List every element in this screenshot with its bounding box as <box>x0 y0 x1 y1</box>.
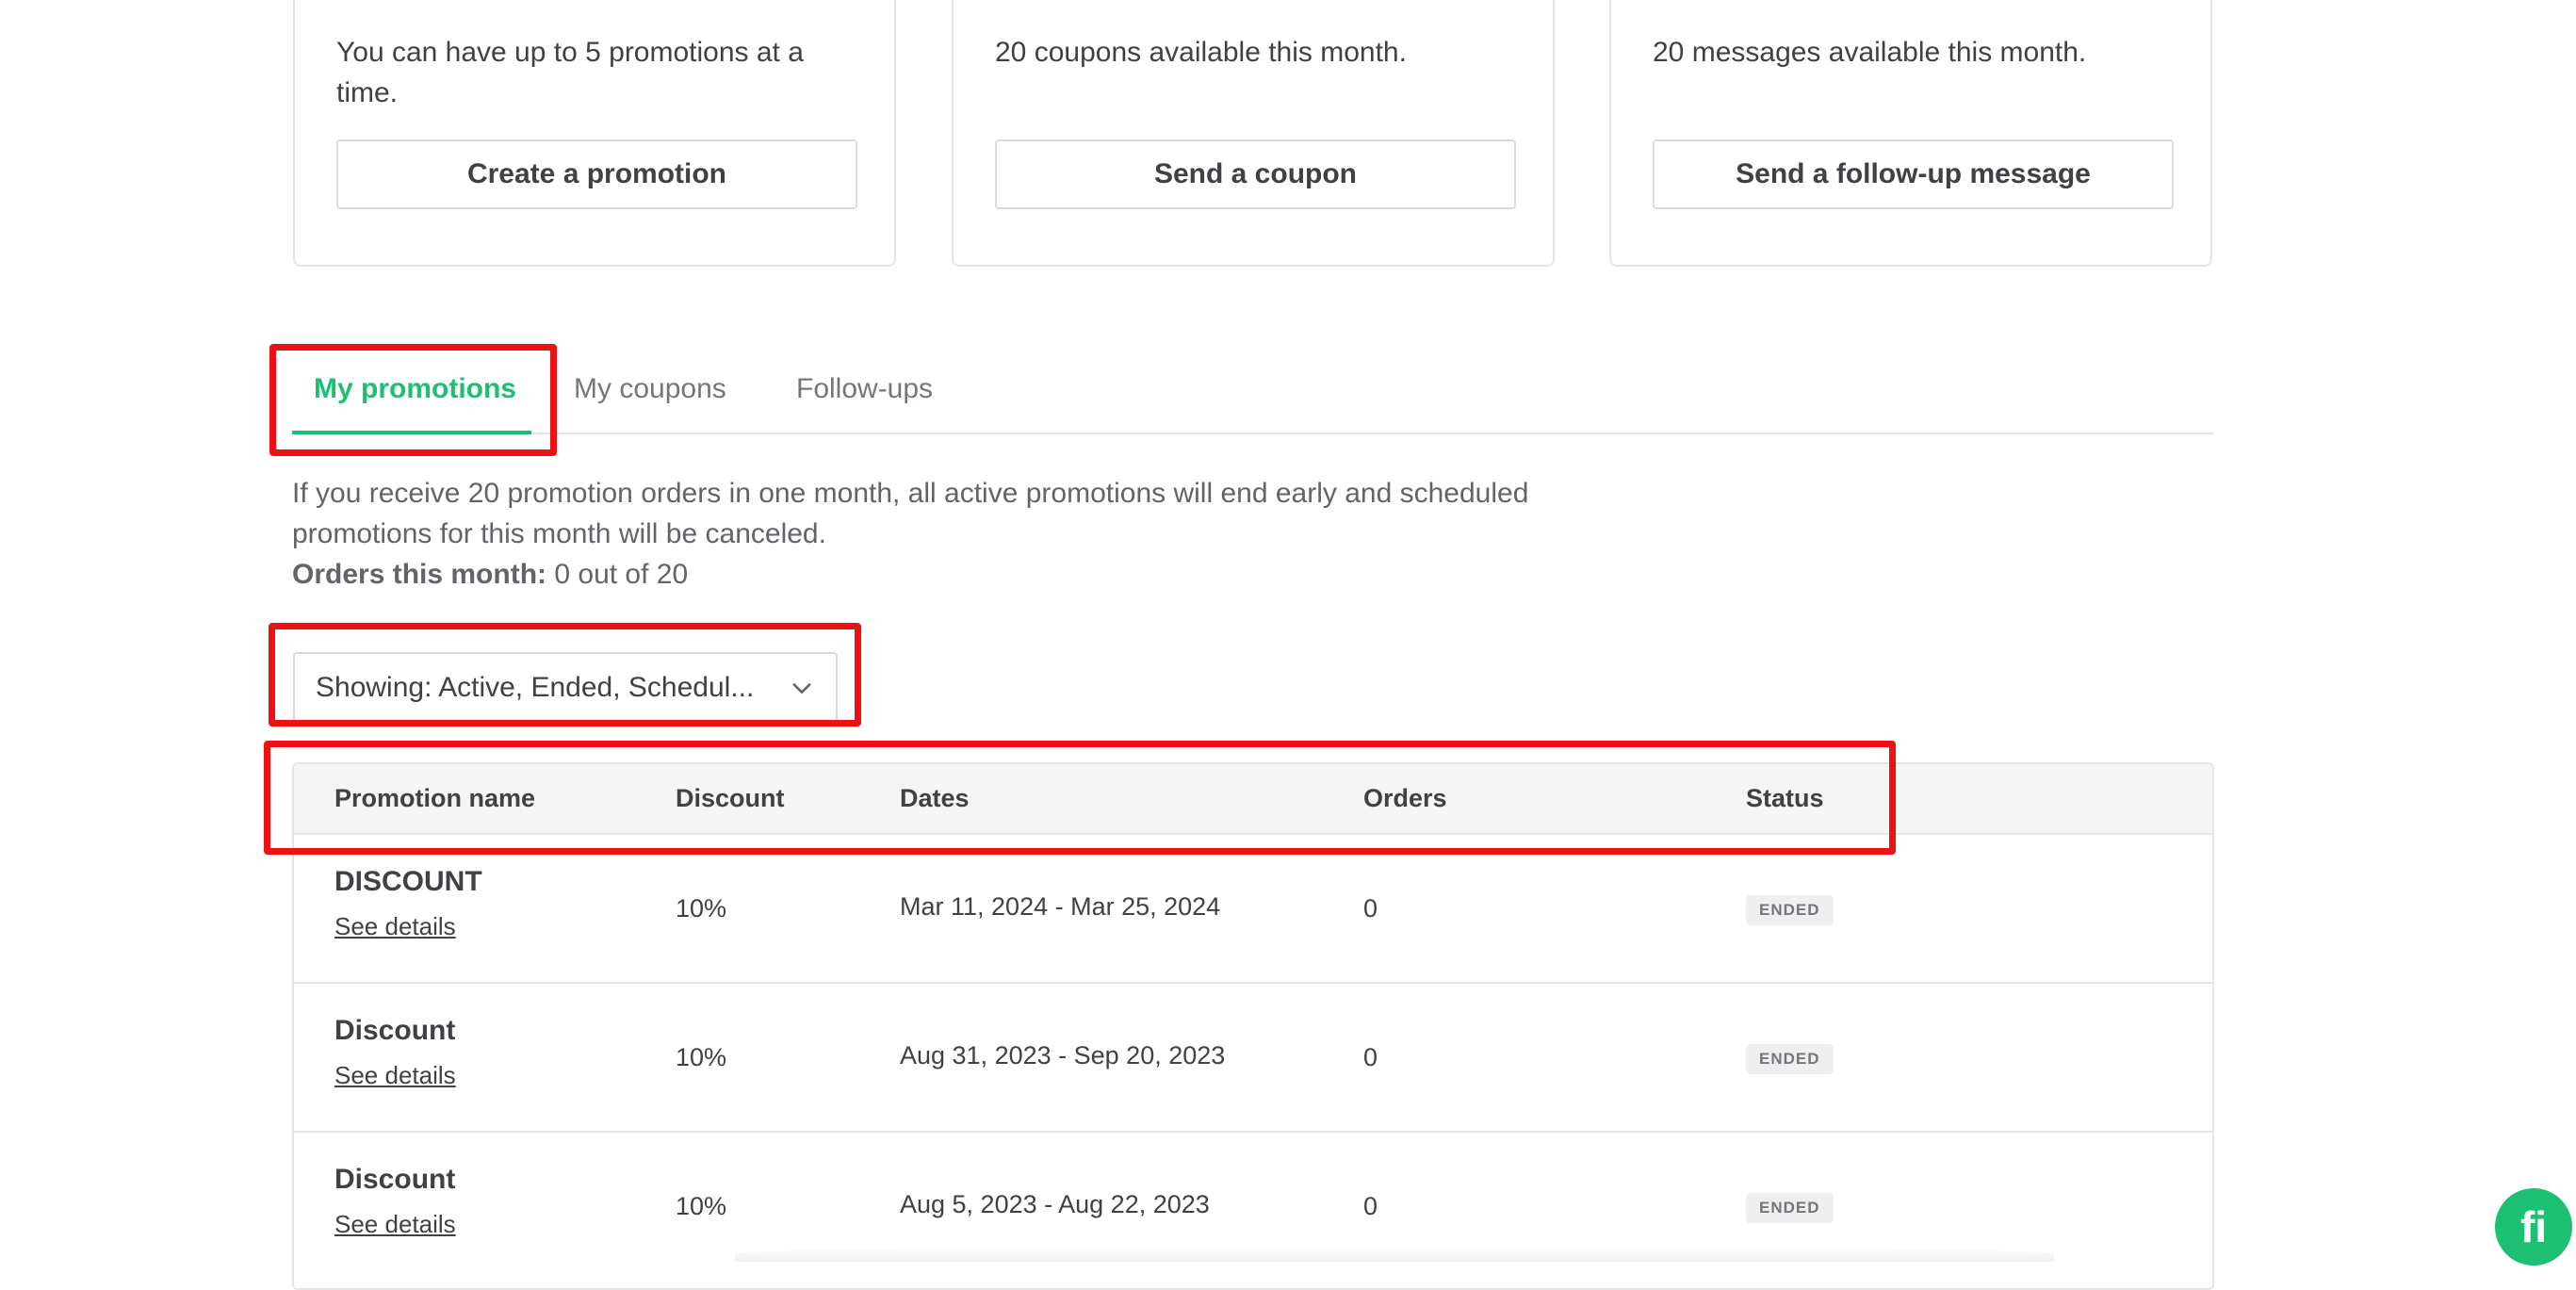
promotion-discount: 10% <box>676 1043 727 1071</box>
orders-this-month: Orders this month: 0 out of 20 <box>292 554 1536 595</box>
promotion-card: You can have up to 5 promotions at a tim… <box>293 0 896 267</box>
orders-label: Orders this month: <box>292 559 547 590</box>
promotion-orders: 0 <box>1363 1043 1378 1071</box>
promotion-name: DISCOUNT <box>334 866 482 897</box>
table-row: DISCOUNT See details 10% Mar 11, 2024 - … <box>294 835 2212 984</box>
create-promotion-button[interactable]: Create a promotion <box>336 139 857 209</box>
status-badge: ENDED <box>1746 895 1834 925</box>
bottom-shadow <box>735 1246 2054 1262</box>
follow-up-card-description: 20 messages available this month. <box>1653 37 2087 68</box>
chat-launcher-button[interactable]: fi <box>2495 1188 2572 1266</box>
promotion-orders: 0 <box>1363 1192 1378 1220</box>
promotion-dates: Aug 31, 2023 - Sep 20, 2023 <box>900 1041 1226 1070</box>
status-badge: ENDED <box>1746 1044 1834 1074</box>
promotion-card-description: You can have up to 5 promotions at a tim… <box>336 37 804 108</box>
promotion-orders: 0 <box>1363 894 1378 923</box>
table-row: Discount See details 10% Aug 31, 2023 - … <box>294 984 2212 1133</box>
promotion-discount: 10% <box>676 1192 727 1220</box>
see-details-link[interactable]: See details <box>334 1061 456 1090</box>
promotion-dates: Mar 11, 2024 - Mar 25, 2024 <box>900 892 1221 921</box>
tab-follow-ups[interactable]: Follow-ups <box>796 344 933 434</box>
tab-bar: My promotions My coupons Follow-ups <box>292 344 2214 434</box>
see-details-link[interactable]: See details <box>334 1210 456 1239</box>
promotion-name: Discount <box>334 1015 456 1046</box>
tab-my-coupons[interactable]: My coupons <box>574 344 726 434</box>
promotion-limit-info: If you receive 20 promotion orders in on… <box>292 473 1536 595</box>
promotion-discount: 10% <box>676 894 727 923</box>
orders-value: 0 out of 20 <box>554 559 689 590</box>
coupon-card-description: 20 coupons available this month. <box>995 37 1407 68</box>
highlight-box-tab <box>269 344 557 456</box>
see-details-link[interactable]: See details <box>334 912 456 941</box>
brand-logo-icon: fi <box>2519 1202 2548 1251</box>
promotion-limit-text: If you receive 20 promotion orders in on… <box>292 478 1529 549</box>
send-coupon-button[interactable]: Send a coupon <box>995 139 1516 209</box>
highlight-box-table-header <box>264 741 1896 855</box>
promotion-dates: Aug 5, 2023 - Aug 22, 2023 <box>900 1190 1210 1218</box>
send-follow-up-button[interactable]: Send a follow-up message <box>1653 139 2174 209</box>
promotion-name: Discount <box>334 1164 456 1195</box>
follow-up-card: 20 messages available this month. Send a… <box>1609 0 2212 267</box>
promotions-page: You can have up to 5 promotions at a tim… <box>0 0 2576 1290</box>
highlight-box-filter <box>269 623 861 727</box>
status-badge: ENDED <box>1746 1193 1834 1223</box>
coupon-card: 20 coupons available this month. Send a … <box>952 0 1555 267</box>
